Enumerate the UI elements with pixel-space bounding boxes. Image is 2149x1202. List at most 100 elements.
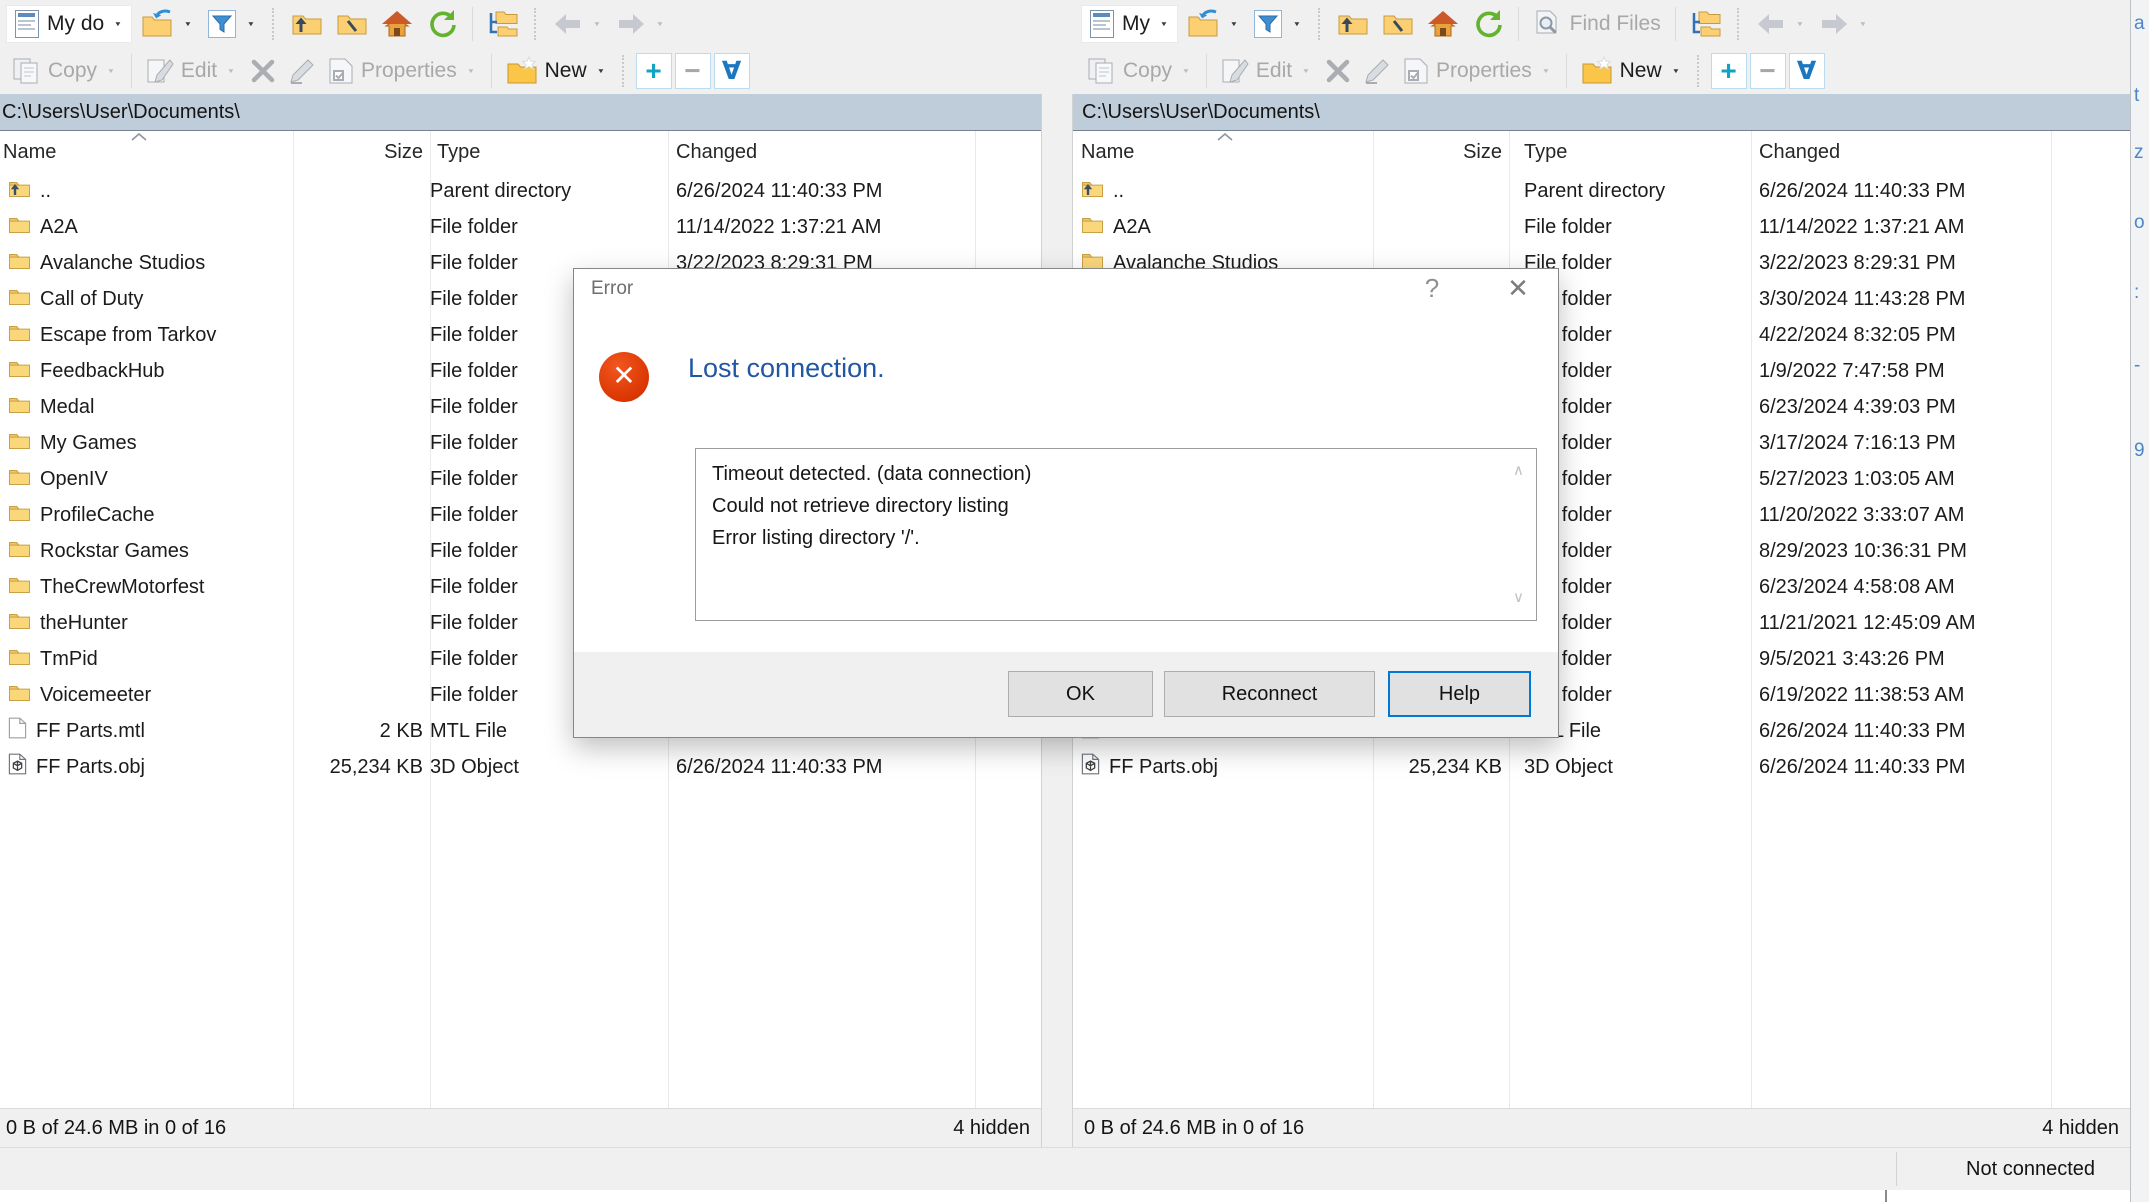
properties-button[interactable]: Properties▼ bbox=[1398, 55, 1557, 87]
chevron-down-icon[interactable]: ▼ bbox=[1671, 67, 1679, 75]
chevron-down-icon[interactable]: ▼ bbox=[107, 67, 115, 75]
dialog-message-box[interactable]: Timeout detected. (data connection) Coul… bbox=[695, 448, 1537, 621]
help-button[interactable]: Help bbox=[1388, 671, 1531, 717]
open-directory-button[interactable]: ▼ bbox=[135, 7, 199, 41]
open-directory-button[interactable]: ▼ bbox=[1181, 7, 1245, 41]
ok-button[interactable]: OK bbox=[1008, 671, 1153, 717]
file-name: FF Parts.obj bbox=[1109, 756, 1218, 779]
file-row[interactable]: ..Parent directory6/26/2024 11:40:33 PM bbox=[1073, 173, 2130, 209]
parent-up-folder-icon bbox=[1081, 179, 1104, 204]
session-selector[interactable]: My▼ bbox=[1081, 5, 1178, 43]
back-arrow-icon bbox=[553, 12, 583, 36]
chevron-down-icon[interactable]: ▼ bbox=[227, 67, 235, 75]
directory-tree-button[interactable] bbox=[1685, 7, 1727, 41]
chevron-down-icon[interactable]: ▼ bbox=[1160, 20, 1168, 28]
file-row[interactable]: ..Parent directory6/26/2024 11:40:33 PM bbox=[0, 173, 1041, 209]
session-selector[interactable]: My do▼ bbox=[6, 5, 132, 43]
dialog-help-icon[interactable]: ? bbox=[1412, 273, 1452, 304]
chevron-down-icon[interactable]: ▼ bbox=[1302, 67, 1310, 75]
edit-button[interactable]: Edit▼ bbox=[141, 55, 242, 87]
rename-button[interactable] bbox=[284, 56, 320, 86]
sort-filter-button[interactable]: ∀ bbox=[714, 53, 750, 89]
column-header-type[interactable]: Type bbox=[1509, 141, 1751, 164]
chevron-down-icon[interactable]: ▼ bbox=[1858, 20, 1866, 28]
column-header-name[interactable]: Name bbox=[0, 141, 293, 164]
file-row[interactable]: FF Parts.obj25,234 KB3D Object6/26/2024 … bbox=[0, 749, 1041, 785]
close-icon[interactable]: ✕ bbox=[1496, 273, 1540, 304]
properties-button[interactable]: Properties▼ bbox=[323, 55, 482, 87]
file-row[interactable]: A2AFile folder11/14/2022 1:37:21 AM bbox=[1073, 209, 2130, 245]
parent-directory-button[interactable] bbox=[286, 8, 328, 40]
path-bar-left[interactable]: C:\Users\User\Documents\ bbox=[0, 94, 1041, 131]
delete-button[interactable] bbox=[1320, 56, 1356, 86]
toolbar-right-panel: My▼▼▼Find Files▼▼ Copy▼Edit▼Properties▼N… bbox=[1075, 0, 2130, 94]
scroll-down-icon[interactable]: ∨ bbox=[1513, 582, 1524, 614]
home-directory-button[interactable] bbox=[376, 7, 418, 41]
hidden-count[interactable]: 4 hidden bbox=[953, 1117, 1030, 1140]
back-arrow-icon bbox=[1756, 12, 1786, 36]
back-button[interactable]: ▼ bbox=[1751, 10, 1811, 38]
path-bar-right[interactable]: C:\Users\User\Documents\ bbox=[1073, 94, 2130, 131]
column-header-changed[interactable]: Changed bbox=[1751, 141, 2051, 164]
file-row[interactable]: FF Parts.obj25,234 KB3D Object6/26/2024 … bbox=[1073, 749, 2130, 785]
file-name-cell: Escape from Tarkov bbox=[0, 323, 293, 348]
column-header-size[interactable]: Size bbox=[293, 141, 430, 164]
forward-arrow-icon bbox=[1819, 12, 1849, 36]
chevron-down-icon[interactable]: ▼ bbox=[467, 67, 475, 75]
forward-button[interactable]: ▼ bbox=[611, 10, 671, 38]
filter-button[interactable]: ▼ bbox=[1248, 7, 1308, 41]
file-size: 25,234 KB bbox=[293, 756, 430, 779]
delete-button[interactable] bbox=[245, 56, 281, 86]
directory-tree-button[interactable] bbox=[482, 7, 524, 41]
chevron-down-icon[interactable]: ▼ bbox=[1230, 20, 1238, 28]
background-glyph: a bbox=[2134, 13, 2145, 35]
chevron-down-icon[interactable]: ▼ bbox=[593, 20, 601, 28]
chevron-down-icon[interactable]: ▼ bbox=[114, 20, 122, 28]
forward-button[interactable]: ▼ bbox=[1814, 10, 1874, 38]
edit-button[interactable]: Edit▼ bbox=[1216, 55, 1317, 87]
chevron-down-icon[interactable]: ▼ bbox=[596, 67, 604, 75]
back-button[interactable]: ▼ bbox=[548, 10, 608, 38]
copy-button[interactable]: Copy▼ bbox=[1081, 55, 1197, 87]
chevron-down-icon[interactable]: ▼ bbox=[1542, 67, 1550, 75]
find-files-button[interactable]: Find Files bbox=[1528, 7, 1666, 41]
parent-directory-button[interactable] bbox=[1332, 8, 1374, 40]
root-directory-button[interactable] bbox=[331, 8, 373, 40]
column-header-type[interactable]: Type bbox=[430, 141, 668, 164]
home-icon bbox=[381, 9, 413, 39]
file-changed: 3/22/2023 8:29:31 PM bbox=[1751, 252, 2051, 275]
column-header-size[interactable]: Size bbox=[1373, 141, 1509, 164]
sort-filter-button[interactable]: ∀ bbox=[1789, 53, 1825, 89]
remove-filter-button[interactable]: − bbox=[1750, 53, 1786, 89]
new-button[interactable]: New▼ bbox=[501, 54, 612, 88]
chevron-down-icon[interactable]: ▼ bbox=[1182, 67, 1190, 75]
session-doc-icon bbox=[14, 9, 40, 39]
chevron-down-icon[interactable]: ▼ bbox=[247, 20, 255, 28]
file-name-cell: ProfileCache bbox=[0, 503, 293, 528]
add-filter-button[interactable]: + bbox=[636, 53, 672, 89]
file-row[interactable]: A2AFile folder11/14/2022 1:37:21 AM bbox=[0, 209, 1041, 245]
hidden-count[interactable]: 4 hidden bbox=[2042, 1117, 2119, 1140]
file-name-cell: Medal bbox=[0, 395, 293, 420]
root-directory-button[interactable] bbox=[1377, 8, 1419, 40]
reconnect-button[interactable]: Reconnect bbox=[1164, 671, 1375, 717]
chevron-down-icon[interactable]: ▼ bbox=[1293, 20, 1301, 28]
column-header-name[interactable]: Name bbox=[1073, 141, 1373, 164]
chevron-down-icon[interactable]: ▼ bbox=[656, 20, 664, 28]
refresh-button[interactable] bbox=[421, 7, 463, 41]
new-button[interactable]: New▼ bbox=[1576, 54, 1687, 88]
chevron-down-icon[interactable]: ▼ bbox=[184, 20, 192, 28]
column-header-changed[interactable]: Changed bbox=[668, 141, 975, 164]
rename-button[interactable] bbox=[1359, 56, 1395, 86]
copy-button[interactable]: Copy▼ bbox=[6, 55, 122, 87]
chevron-down-icon[interactable]: ▼ bbox=[1795, 20, 1803, 28]
scroll-up-icon[interactable]: ∧ bbox=[1513, 455, 1524, 487]
remove-filter-button[interactable]: − bbox=[675, 53, 711, 89]
connection-status[interactable]: Not connected bbox=[1896, 1152, 2133, 1186]
background-glyph: - bbox=[2134, 355, 2140, 377]
folder-icon bbox=[8, 539, 31, 564]
refresh-button[interactable] bbox=[1467, 7, 1509, 41]
add-filter-button[interactable]: + bbox=[1711, 53, 1747, 89]
home-directory-button[interactable] bbox=[1422, 7, 1464, 41]
filter-button[interactable]: ▼ bbox=[202, 7, 262, 41]
